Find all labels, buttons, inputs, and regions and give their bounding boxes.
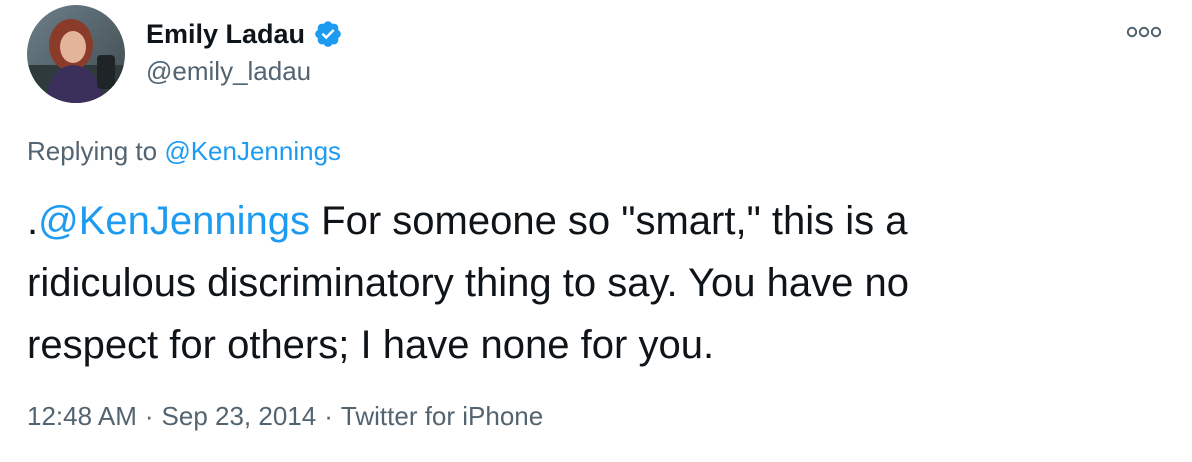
tweet-text: .@KenJennings For someone so "smart," th… <box>27 190 1047 376</box>
author-handle[interactable]: @emily_ladau <box>146 56 311 87</box>
author-name-row: Emily Ladau <box>146 16 343 52</box>
more-dots-icon[interactable] <box>1124 22 1164 42</box>
replying-to: Replying to @KenJennings <box>27 136 341 167</box>
tweet-date[interactable]: Sep 23, 2014 <box>162 401 317 431</box>
meta-separator: · <box>144 401 154 431</box>
verified-badge-icon <box>313 19 343 49</box>
tweet-card: Emily Ladau @emily_ladau Replying to @Ke… <box>0 0 1192 462</box>
tweet-text-lead: . <box>27 199 39 243</box>
tweet-source[interactable]: Twitter for iPhone <box>341 401 543 431</box>
replying-to-label: Replying to <box>27 136 165 166</box>
avatar[interactable] <box>27 5 125 103</box>
author-display-name[interactable]: Emily Ladau <box>146 19 305 50</box>
meta-separator: · <box>324 401 333 431</box>
reply-mention-link[interactable]: @KenJennings <box>164 136 341 166</box>
tweet-mention-link[interactable]: @KenJennings <box>38 199 310 243</box>
tweet-time[interactable]: 12:48 AM <box>27 401 137 431</box>
tweet-meta: 12:48 AM · Sep 23, 2014 · Twitter for iPhone <box>27 401 543 432</box>
